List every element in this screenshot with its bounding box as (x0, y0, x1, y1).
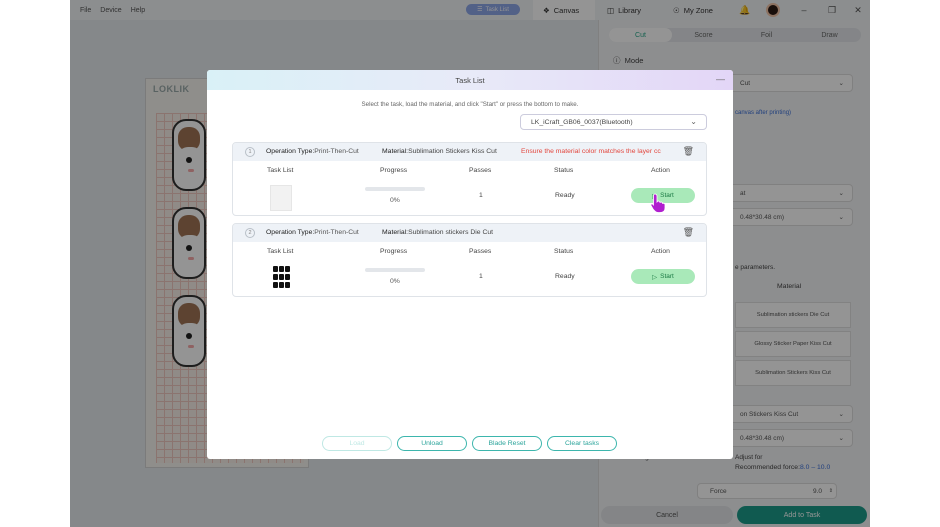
unload-button[interactable]: Unload (397, 436, 467, 451)
start-button-label: Start (660, 273, 674, 280)
task-thumbnail (270, 185, 292, 211)
task-thumbnail (273, 266, 291, 290)
dialog-header: Task List — (207, 70, 733, 90)
load-button[interactable]: Load (322, 436, 392, 451)
right-gutter (870, 0, 940, 527)
column-header-action: Action (651, 248, 670, 255)
column-header-status: Status (554, 167, 574, 174)
dialog-footer: Load Unload Blade Reset Clear tasks (207, 436, 733, 452)
operation-type: Operation Type:Print-Then-Cut (266, 229, 359, 236)
column-header-status: Status (554, 248, 574, 255)
task-card-body: Task List Progress Passes Status Action … (233, 161, 706, 215)
task-card[interactable]: 2 Operation Type:Print-Then-Cut Material… (232, 223, 707, 297)
task-number: 2 (245, 228, 255, 238)
task-card-body: Task List Progress Passes Status Action … (233, 242, 706, 296)
progress-text: 0% (390, 197, 400, 204)
chevron-down-icon: ⌄ (690, 117, 697, 126)
task-card[interactable]: 1 Operation Type:Print-Then-Cut Material… (232, 142, 707, 216)
dialog-hint: Select the task, load the material, and … (361, 101, 579, 108)
left-gutter (0, 0, 70, 527)
operation-type: Operation Type:Print-Then-Cut (266, 148, 359, 155)
progress-bar (365, 187, 425, 191)
blade-reset-button[interactable]: Blade Reset (472, 436, 542, 451)
material-info: Material:Sublimation Stickers Kiss Cut (382, 148, 497, 155)
column-header-passes: Passes (469, 167, 492, 174)
column-header-task-list: Task List (267, 167, 294, 174)
column-header-progress: Progress (380, 248, 408, 255)
status-value: Ready (555, 192, 575, 199)
device-select-value: LK_iCraft_GB06_0037(Bluetooth) (531, 118, 633, 126)
dialog-title: Task List (455, 75, 485, 85)
material-warning: Ensure the material color matches the la… (521, 148, 661, 155)
trash-icon[interactable]: 🗑 (683, 146, 694, 157)
play-icon: ▷ (652, 273, 658, 281)
column-header-progress: Progress (380, 167, 408, 174)
device-select[interactable]: LK_iCraft_GB06_0037(Bluetooth) ⌄ (520, 114, 707, 130)
hand-pointer-icon (650, 193, 666, 216)
column-header-passes: Passes (469, 248, 492, 255)
status-value: Ready (555, 273, 575, 280)
task-number: 1 (245, 147, 255, 157)
task-card-header: 2 Operation Type:Print-Then-Cut Material… (233, 224, 706, 242)
clear-tasks-button[interactable]: Clear tasks (547, 436, 617, 451)
task-list-dialog: Task List — Select the task, load the ma… (207, 70, 733, 459)
progress-bar (365, 268, 425, 272)
passes-value: 1 (479, 273, 483, 280)
start-button[interactable]: ▷ Start (631, 269, 695, 284)
column-header-action: Action (651, 167, 670, 174)
minimize-icon[interactable]: — (716, 74, 725, 84)
column-header-task-list: Task List (267, 248, 294, 255)
progress-text: 0% (390, 278, 400, 285)
material-info: Material:Sublimation stickers Die Cut (382, 229, 494, 236)
task-card-header: 1 Operation Type:Print-Then-Cut Material… (233, 143, 706, 161)
passes-value: 1 (479, 192, 483, 199)
trash-icon[interactable]: 🗑 (683, 227, 694, 238)
